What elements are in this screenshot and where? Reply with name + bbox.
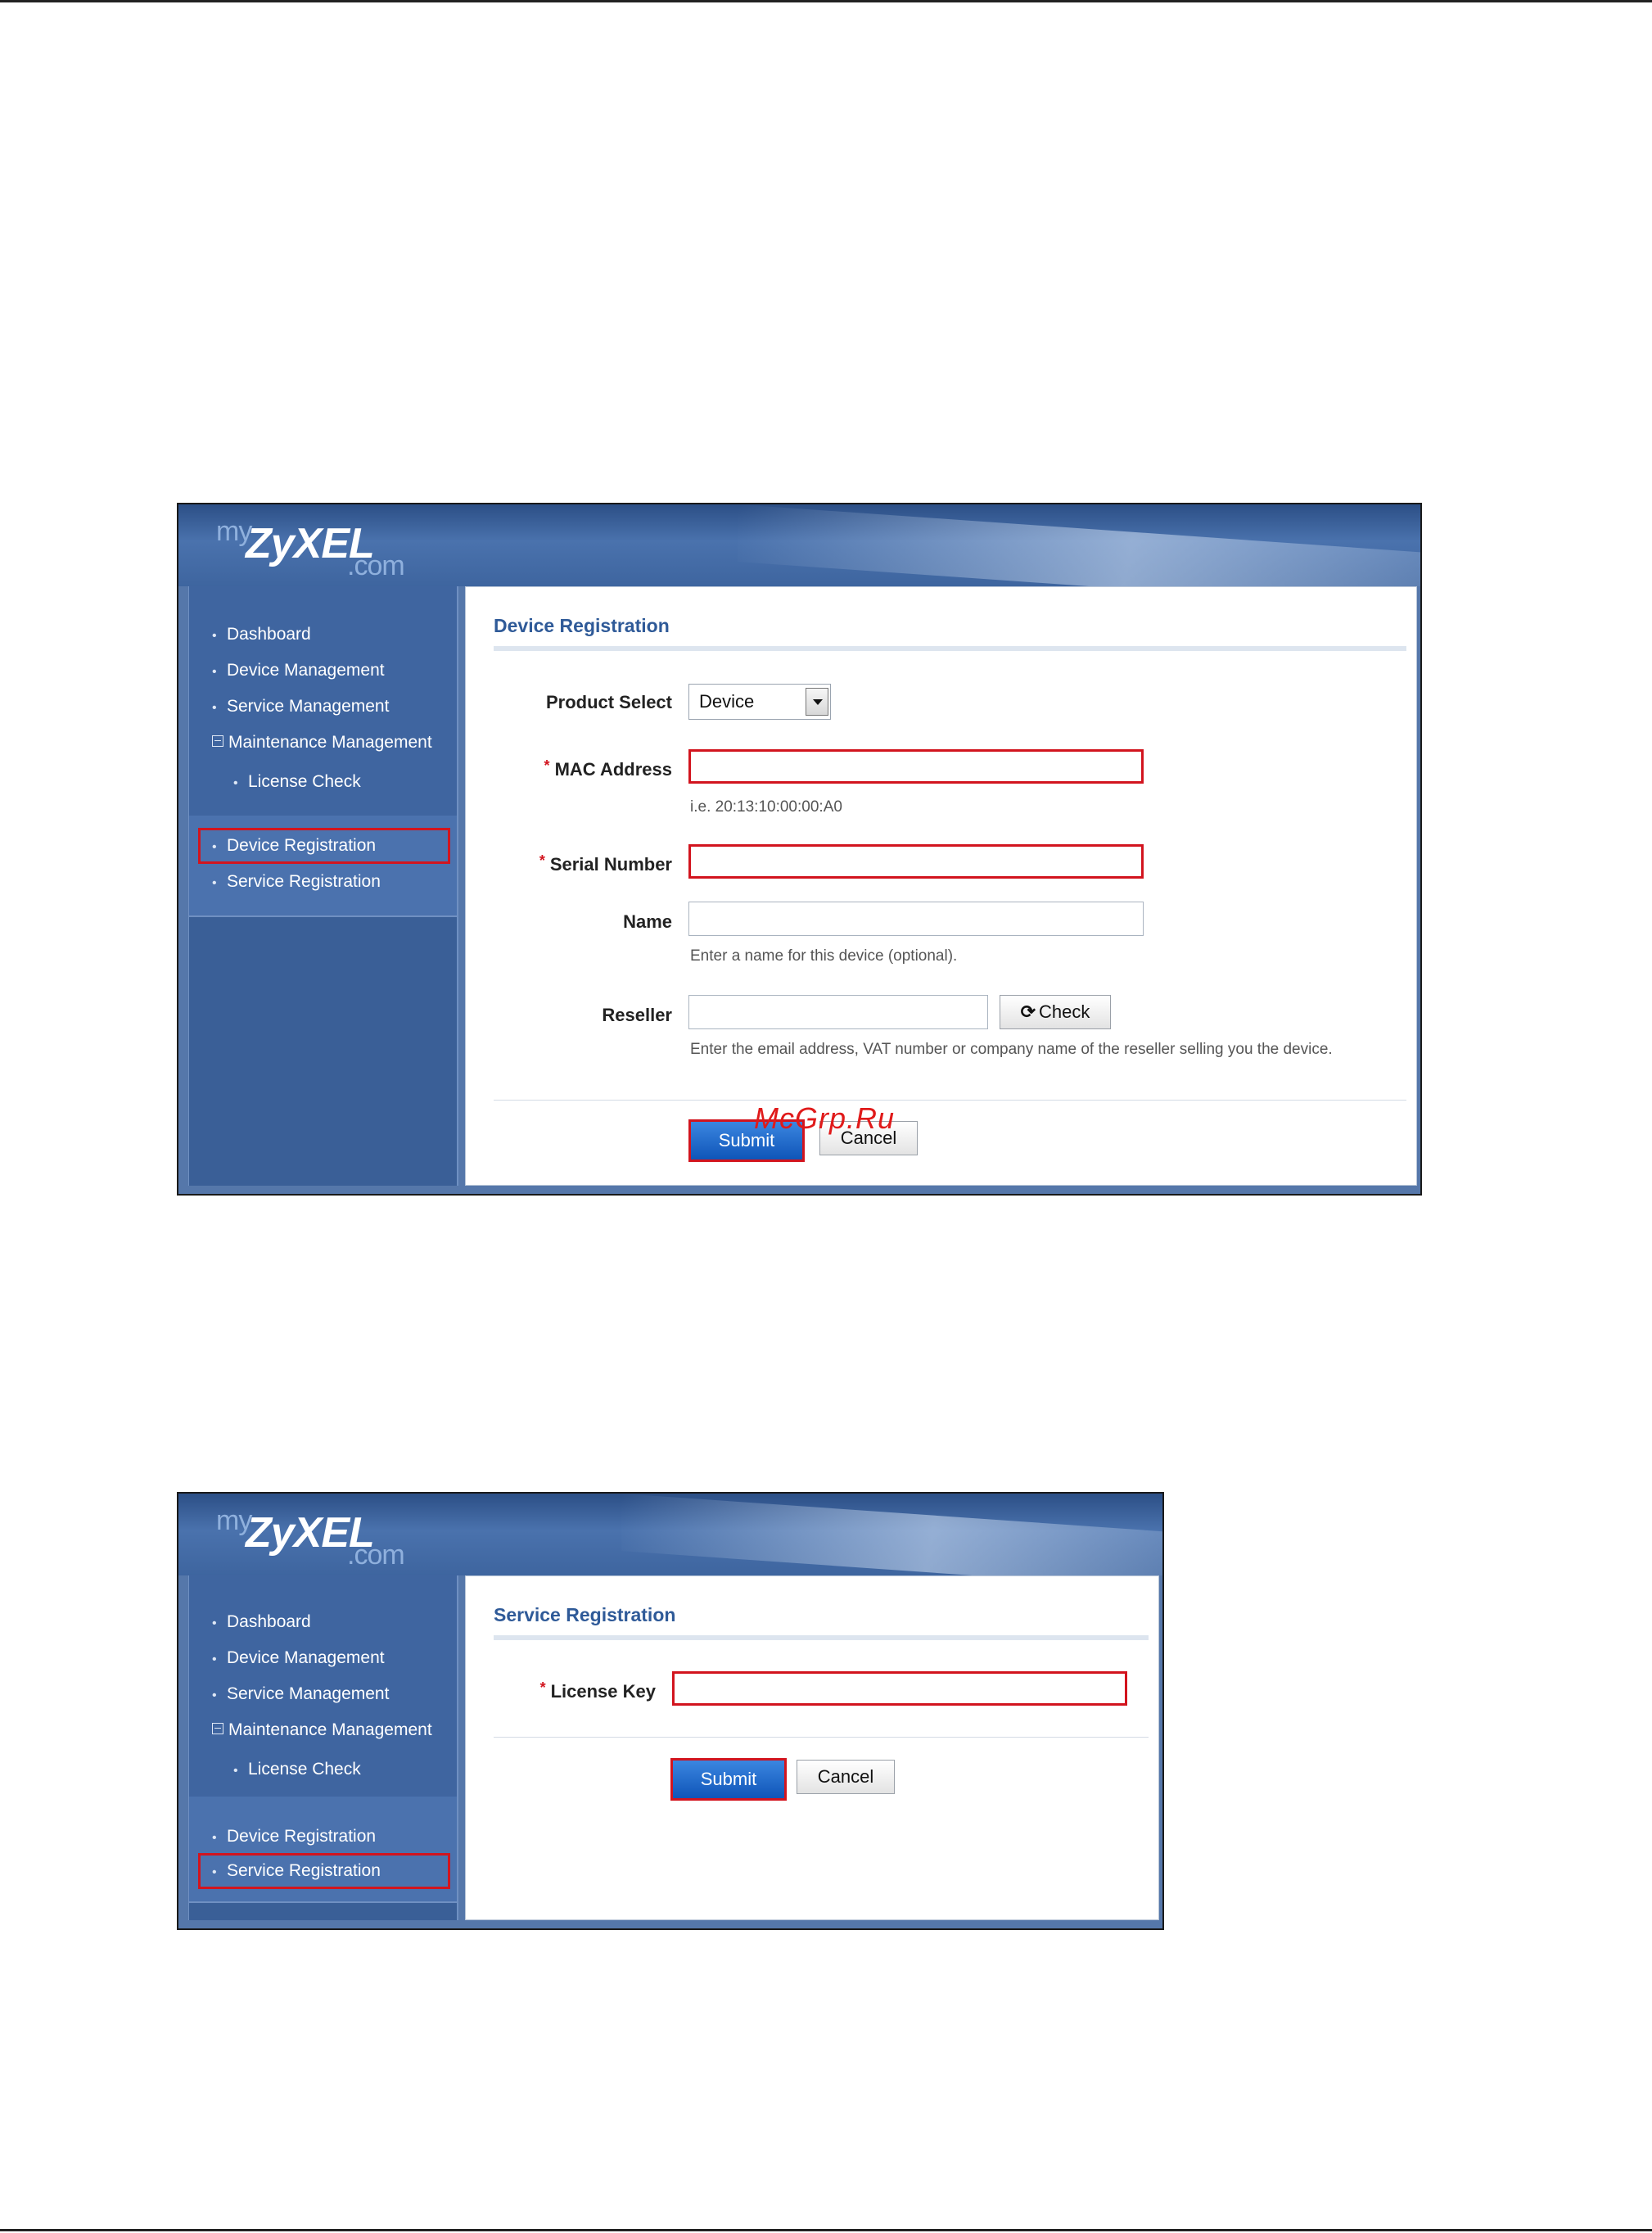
myzyxel-logo[interactable]: my ZyXEL .com (216, 1503, 429, 1571)
banner-swoosh (737, 504, 1420, 586)
sidebar-item-maintenance-management[interactable]: Maintenance Management (207, 727, 432, 758)
cancel-button[interactable]: Cancel (797, 1760, 895, 1794)
form-divider (494, 1737, 1149, 1738)
bullet-icon: • (212, 1652, 217, 1666)
page-title: Device Registration (494, 615, 670, 636)
check-button-label: Check (1039, 1001, 1090, 1022)
sidebar-item-label: Maintenance Management (228, 1720, 432, 1739)
service-registration-screenshot: my ZyXEL .com • Dashboard • Device Managem… (177, 1492, 1164, 1930)
device-registration-panel: Device Registration Product Select Devic… (465, 586, 1417, 1186)
bullet-icon: • (212, 629, 217, 643)
service-registration-panel: Service Registration * License Key Submit… (465, 1575, 1159, 1920)
sidebar-item-label: License Check (248, 1760, 361, 1779)
sidebar-item-label: Device Registration (227, 836, 377, 855)
sidebar: • Dashboard • Device Management • Service M… (188, 586, 458, 1186)
title-divider (494, 646, 1406, 651)
serial-number-label-text: Serial Number (549, 854, 672, 875)
required-marker: * (539, 852, 545, 869)
name-field[interactable] (688, 902, 1144, 936)
bullet-icon: • (212, 1616, 217, 1630)
sidebar-item-device-management[interactable]: • Device Management (207, 1643, 385, 1674)
name-hint: Enter a name for this device (optional). (690, 947, 958, 965)
bullet-icon: • (212, 665, 217, 679)
sidebar-item-device-management[interactable]: • Device Management (207, 655, 385, 686)
product-select-value: Device (699, 691, 755, 712)
serial-number-label: * Serial Number (484, 852, 672, 875)
bullet-icon: • (233, 1764, 238, 1778)
sidebar-item-label: Service Registration (227, 1861, 381, 1880)
sidebar-item-device-registration[interactable]: • Device Registration (198, 828, 450, 864)
required-marker: * (544, 757, 550, 774)
sidebar-item-maintenance-management[interactable]: Maintenance Management (207, 1715, 432, 1746)
mac-address-label: * MAC Address (484, 757, 672, 780)
bullet-icon: • (212, 876, 217, 890)
reseller-label: Reseller (602, 1005, 672, 1025)
title-divider (494, 1635, 1149, 1640)
bullet-icon: • (212, 1831, 217, 1845)
mac-address-label-text: MAC Address (554, 759, 672, 780)
bullet-icon: • (212, 1865, 217, 1879)
sidebar: • Dashboard • Device Management • Service M… (188, 1575, 458, 1920)
sidebar-item-label: Device Management (227, 1648, 385, 1667)
page-top-rule (0, 0, 1652, 2)
sidebar-item-service-management[interactable]: • Service Management (207, 1679, 389, 1710)
sidebar-item-license-check[interactable]: • License Check (228, 766, 361, 798)
sidebar-item-license-check[interactable]: • License Check (228, 1754, 361, 1785)
page-title: Service Registration (494, 1604, 676, 1625)
sidebar-item-label: Device Management (227, 661, 385, 680)
mac-address-hint: i.e. 20:13:10:00:00:A0 (690, 798, 842, 816)
license-key-field[interactable] (672, 1671, 1127, 1706)
bullet-icon: • (212, 1688, 217, 1702)
page-bottom-rule (0, 2229, 1652, 2231)
product-select-label: Product Select (545, 692, 672, 712)
check-button[interactable]: ⟳ Check (1000, 995, 1111, 1029)
submit-button[interactable]: Submit (670, 1758, 787, 1801)
sidebar-item-label: Service Management (227, 1684, 390, 1703)
header-banner: my ZyXEL .com (178, 504, 1420, 586)
reseller-hint: Enter the email address, VAT number or c… (690, 1041, 1333, 1058)
header-banner: my ZyXEL .com (178, 1494, 1162, 1575)
sidebar-item-service-management[interactable]: • Service Management (207, 691, 389, 722)
bullet-icon: • (212, 701, 217, 715)
logo-dotcom: .com (347, 550, 405, 581)
license-key-label-text: License Key (550, 1681, 656, 1702)
sidebar-item-dashboard[interactable]: • Dashboard (207, 1607, 311, 1638)
collapse-icon[interactable] (212, 1723, 223, 1735)
reseller-field[interactable] (688, 995, 988, 1029)
sidebar-item-service-registration[interactable]: • Service Registration (198, 1853, 450, 1889)
sidebar-item-label: Dashboard (227, 625, 311, 644)
banner-swoosh (621, 1494, 1162, 1575)
sidebar-item-dashboard[interactable]: • Dashboard (207, 619, 311, 650)
collapse-icon[interactable] (212, 735, 223, 748)
myzyxel-logo[interactable]: my ZyXEL .com (216, 514, 429, 581)
bullet-icon: • (212, 840, 217, 854)
form-divider (494, 1100, 1406, 1101)
logo-dotcom: .com (347, 1539, 405, 1571)
license-key-label: * License Key (467, 1679, 656, 1702)
serial-number-field[interactable] (688, 844, 1144, 879)
refresh-icon: ⟳ (1020, 1001, 1036, 1022)
sidebar-item-label: Service Registration (227, 872, 381, 891)
sidebar-item-device-registration[interactable]: • Device Registration (207, 1821, 376, 1852)
sidebar-item-label: Dashboard (227, 1612, 311, 1631)
product-select-dropdown[interactable]: Device (688, 684, 831, 720)
mac-address-field[interactable] (688, 749, 1144, 784)
sidebar-item-label: Device Registration (227, 1827, 377, 1846)
sidebar-item-service-registration[interactable]: • Service Registration (207, 866, 381, 897)
sidebar-item-label: Service Management (227, 697, 390, 716)
watermark: McGrp.Ru (754, 1101, 896, 1135)
device-registration-screenshot: my ZyXEL .com • Dashboard • Device Managem… (177, 503, 1422, 1196)
bullet-icon: • (233, 776, 238, 790)
chevron-down-icon[interactable] (806, 688, 828, 716)
name-label: Name (623, 911, 672, 932)
sidebar-item-label: License Check (248, 772, 361, 791)
required-marker: * (539, 1679, 546, 1696)
sidebar-item-label: Maintenance Management (228, 733, 432, 752)
